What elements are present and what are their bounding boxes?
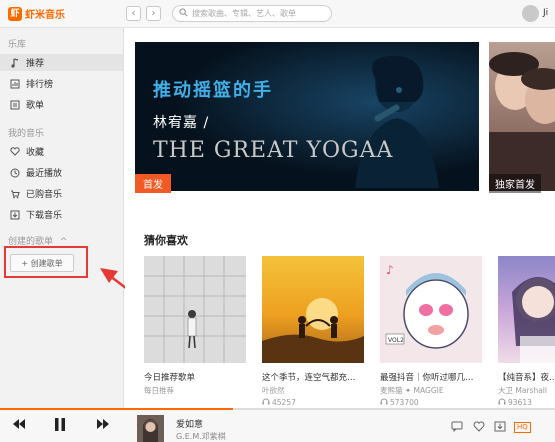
sidebar-item-downloads[interactable]: 下载音乐	[0, 206, 123, 223]
playlist-cover[interactable]	[498, 256, 555, 363]
forward-button[interactable]: ›	[146, 6, 161, 21]
headphones-icon	[498, 398, 506, 407]
song-title[interactable]: 爱如意	[176, 417, 203, 430]
app-logo[interactable]: 虾 虾米音乐	[8, 6, 65, 21]
section-title-guess: 猜你喜欢	[144, 234, 188, 247]
sidebar-item-label: 下载音乐	[26, 211, 63, 221]
sidebar-item-label: 排行榜	[26, 80, 54, 90]
music-note-icon	[10, 57, 20, 68]
play-count-value: 93613	[508, 398, 532, 407]
exclusive-badge: 独家首发	[489, 174, 541, 193]
library-section-title: 乐库	[8, 40, 27, 50]
previous-icon[interactable]	[12, 418, 26, 434]
playlist-card[interactable]: VOL2 ♪ 最强抖音｜你听过哪几… 麦熊猫 ✦ MAGGIE 573700	[380, 256, 482, 407]
pause-icon[interactable]	[54, 417, 66, 436]
sidebar-item-charts[interactable]: 排行榜	[0, 75, 123, 92]
playlist-cover[interactable]	[144, 256, 246, 363]
card-title[interactable]: 今日推荐歌单	[144, 371, 246, 383]
sidebar-item-label: 最近播放	[26, 169, 63, 179]
playlist-icon	[10, 100, 20, 110]
banner-title: 推动摇篮的手	[153, 80, 273, 101]
player-bar: 爱如意 G.E.M.邓紫棋 HQ	[0, 408, 555, 442]
quality-badge[interactable]: HQ	[514, 422, 531, 433]
banner-english-title: THE GREAT YOGAA	[153, 138, 394, 163]
song-artist[interactable]: G.E.M.邓紫棋	[176, 431, 226, 442]
download-icon	[10, 210, 20, 220]
sidebar-item-recent[interactable]: 最近播放	[0, 164, 123, 181]
cart-icon	[10, 189, 20, 199]
heart-icon[interactable]	[472, 421, 485, 433]
headphones-icon	[262, 398, 270, 407]
sidebar-item-label: 收藏	[26, 148, 45, 158]
card-subtitle: 叶欲然	[262, 386, 285, 395]
clock-icon	[10, 168, 20, 178]
avatar[interactable]	[522, 5, 539, 22]
sidebar-item-label: 歌单	[26, 101, 45, 111]
sidebar-item-favorites[interactable]: 收藏	[0, 143, 123, 160]
heart-icon	[10, 147, 20, 157]
sidebar-item-purchased[interactable]: 已购音乐	[0, 185, 123, 202]
svg-text:♪: ♪	[386, 263, 394, 277]
app-name: 虾米音乐	[25, 10, 65, 21]
back-button[interactable]: ‹	[126, 6, 141, 21]
comment-icon[interactable]	[450, 421, 463, 433]
sidebar-item-playlists[interactable]: 歌单	[0, 96, 123, 113]
logo-icon: 虾	[8, 6, 22, 21]
next-icon[interactable]	[96, 418, 110, 434]
my-music-section-title: 我的音乐	[8, 129, 45, 139]
search-input[interactable]	[192, 9, 331, 18]
card-title[interactable]: 【纯音系】夜…	[498, 371, 555, 383]
playlist-cover[interactable]: VOL2 ♪	[380, 256, 482, 363]
progress-fill	[0, 408, 234, 410]
download-icon[interactable]	[493, 421, 506, 433]
card-subtitle: 麦熊猫 ✦ MAGGIE	[380, 386, 444, 395]
playlist-card[interactable]: 【纯音系】夜… 大卫 Marshall 93613	[498, 256, 555, 407]
search-box[interactable]	[172, 5, 332, 22]
card-title[interactable]: 这个季节，连空气都充…	[262, 371, 364, 383]
search-icon	[179, 7, 188, 20]
user-name[interactable]: Ji	[543, 8, 548, 18]
playlist-card[interactable]: 今日推荐歌单 每日推荐	[144, 256, 246, 396]
play-count: 93613	[498, 398, 555, 407]
headphones-icon	[380, 398, 388, 407]
banner-side[interactable]	[489, 42, 555, 191]
playlist-cover[interactable]	[262, 256, 364, 363]
main-content: 推动摇篮的手 林宥嘉 / THE GREAT YOGAA 首发 独家首发 猜你喜…	[125, 28, 555, 408]
play-count-value: 573700	[390, 398, 419, 407]
svg-text:VOL2: VOL2	[388, 337, 404, 344]
card-subtitle: 每日推荐	[144, 386, 174, 395]
singer-silhouette	[355, 55, 439, 188]
album-thumbnail[interactable]	[137, 415, 164, 442]
play-count: 45257	[262, 398, 364, 407]
annotation-highlight-box	[4, 246, 88, 278]
banner-artist: 林宥嘉 /	[153, 115, 210, 131]
card-title[interactable]: 最强抖音｜你听过哪几…	[380, 371, 482, 383]
progress-bar[interactable]	[0, 408, 555, 410]
sidebar: 乐库 推荐 排行榜 歌单 我的音乐 收藏 最近播放 已购音乐 下载音乐 创建的歌…	[0, 28, 124, 408]
top-bar: 虾 虾米音乐 ‹ › Ji	[0, 0, 555, 28]
sidebar-item-label: 推荐	[26, 59, 45, 69]
premiere-badge: 首发	[135, 174, 171, 193]
play-count: 573700	[380, 398, 482, 407]
sidebar-item-label: 已购音乐	[26, 190, 63, 200]
card-subtitle: 大卫 Marshall	[498, 386, 547, 395]
play-count-value: 45257	[272, 398, 296, 407]
playlist-card[interactable]: 这个季节，连空气都充… 叶欲然 45257	[262, 256, 364, 407]
sidebar-item-recommend[interactable]: 推荐	[0, 54, 123, 71]
banner-main[interactable]: 推动摇篮的手 林宥嘉 / THE GREAT YOGAA	[135, 42, 479, 191]
chart-icon	[10, 79, 20, 89]
